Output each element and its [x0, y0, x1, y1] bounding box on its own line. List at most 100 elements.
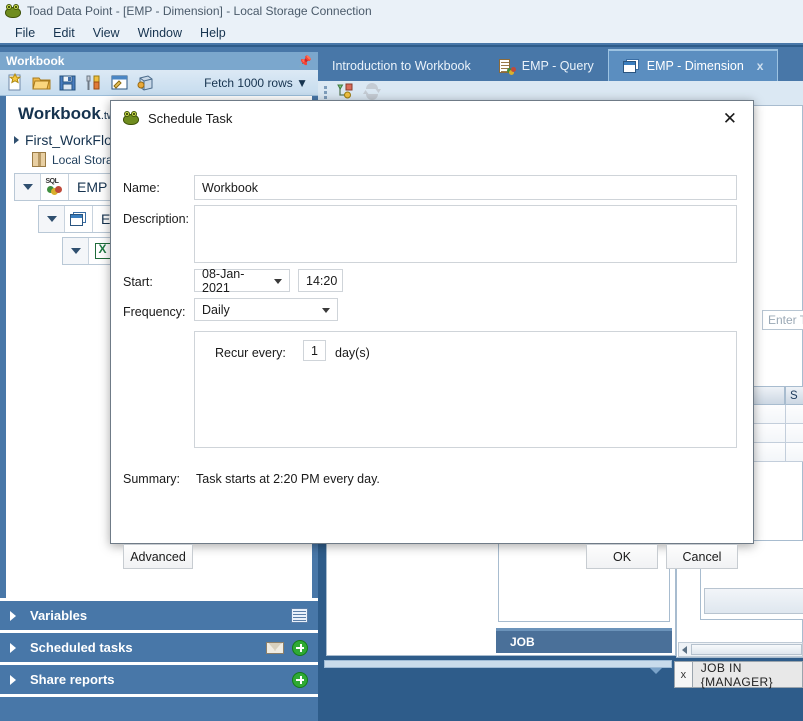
menu-item-help[interactable]: Help	[191, 24, 235, 42]
workbook-panel-title: Workbook	[6, 54, 65, 68]
grid-cell[interactable]	[785, 443, 803, 462]
query-icon	[498, 58, 516, 75]
name-field[interactable]: Workbook	[194, 175, 737, 200]
tab-emp-query[interactable]: EMP - Query	[485, 51, 608, 81]
section-variables[interactable]: Variables	[0, 598, 318, 630]
menu-item-file[interactable]: File	[6, 24, 44, 42]
tab-strip: Introduction to Workbook EMP - Query EMP…	[318, 47, 803, 81]
expand-triangle-icon[interactable]	[10, 642, 16, 653]
dimension-icon	[622, 58, 640, 74]
frequency-value: Daily	[202, 302, 230, 317]
tab-label: Introduction to Workbook	[332, 59, 471, 73]
node-dropdown-button[interactable]	[63, 238, 89, 264]
window-title: Toad Data Point - [EMP - Dimension] - Lo…	[27, 4, 372, 18]
chevron-down-icon[interactable]	[274, 278, 282, 284]
start-time-field[interactable]: 14:20	[298, 269, 343, 292]
fetch-rows-dropdown[interactable]: Fetch 1000 rows ▼	[204, 76, 312, 90]
recur-every-label: Recur every:	[215, 346, 286, 360]
recur-unit-label: day(s)	[335, 346, 370, 360]
tab-label: EMP - Dimension	[646, 59, 744, 73]
start-label: Start:	[123, 275, 153, 289]
workbook-toolbar: Fetch 1000 rows ▼	[0, 70, 318, 96]
close-icon[interactable]: ✕	[715, 110, 745, 127]
toad-frog-icon	[5, 3, 21, 19]
description-label: Description:	[123, 212, 189, 226]
variables-icon[interactable]	[291, 608, 308, 623]
menu-bar: File Edit View Window Help	[0, 22, 803, 45]
grid-header-s[interactable]: S	[785, 386, 803, 405]
window-titlebar: Toad Data Point - [EMP - Dimension] - Lo…	[0, 0, 803, 22]
grid-cell[interactable]	[785, 424, 803, 443]
toolbar-grip[interactable]	[324, 86, 327, 104]
advanced-button[interactable]: Advanced	[123, 544, 193, 569]
name-label: Name:	[123, 181, 160, 195]
section-label: Scheduled tasks	[30, 640, 133, 655]
schedule-task-dialog: Schedule Task ✕ Name: Workbook Descripti…	[110, 100, 754, 569]
open-folder-icon[interactable]	[32, 73, 51, 92]
frequency-label: Frequency:	[123, 305, 186, 319]
node-dropdown-button[interactable]	[15, 174, 41, 200]
menu-item-window[interactable]: Window	[129, 24, 191, 42]
workbook-document-name: Workbook	[18, 104, 101, 123]
filter-editor-row[interactable]	[704, 588, 803, 614]
canvas-hscrollbar[interactable]	[324, 660, 672, 668]
scroll-left-icon[interactable]	[682, 645, 687, 654]
chevron-down-icon[interactable]	[322, 307, 330, 313]
filter-tag-close-icon[interactable]: x	[675, 662, 693, 687]
tree-root-label: First_WorkFlow	[25, 132, 122, 148]
workbook-panel-header: Workbook 📌	[0, 52, 318, 70]
filter-hscrollbar[interactable]	[678, 642, 803, 657]
tab-label: EMP - Query	[521, 59, 594, 73]
pin-icon[interactable]: 📌	[298, 55, 312, 68]
menu-item-view[interactable]: View	[84, 24, 129, 42]
section-scheduled-tasks[interactable]: Scheduled tasks	[0, 630, 318, 662]
search-input[interactable]: Enter T	[762, 310, 803, 330]
edit-window-icon[interactable]	[110, 73, 129, 92]
export-icon[interactable]	[136, 73, 155, 92]
dialog-titlebar: Schedule Task ✕	[111, 101, 753, 135]
node-dropdown-button[interactable]	[39, 206, 65, 232]
tab-introduction-to-workbook[interactable]: Introduction to Workbook	[318, 51, 485, 81]
add-icon[interactable]	[292, 639, 308, 656]
job-panel-expand-icon[interactable]	[650, 668, 662, 674]
expand-triangle-icon[interactable]	[14, 136, 19, 144]
summary-label: Summary:	[123, 472, 180, 486]
job-panel-header: JOB	[496, 628, 672, 653]
storage-icon	[32, 152, 46, 167]
mail-icon[interactable]	[266, 641, 284, 654]
save-icon[interactable]	[58, 73, 77, 92]
application-window: Toad Data Point - [EMP - Dimension] - Lo…	[0, 0, 803, 721]
expand-triangle-icon[interactable]	[10, 674, 16, 685]
filter-tag-text: JOB IN {MANAGER}	[700, 660, 774, 689]
section-label: Variables	[30, 608, 88, 623]
start-date-value: 08-Jan-2021	[202, 266, 245, 295]
recurrence-groupbox: Recur every: 1 day(s)	[194, 331, 737, 448]
scroll-thumb[interactable]	[691, 644, 802, 655]
grid-cell[interactable]	[785, 405, 803, 424]
job-panel-title: JOB	[510, 635, 535, 649]
window-icon	[65, 206, 93, 232]
ok-button[interactable]: OK	[586, 544, 658, 569]
cancel-button[interactable]: Cancel	[666, 544, 738, 569]
section-label: Share reports	[30, 672, 115, 687]
add-icon[interactable]	[292, 671, 308, 688]
recur-every-field[interactable]: 1	[303, 340, 326, 361]
dialog-body: Name: Workbook Description: Start: 08-Ja…	[111, 135, 753, 569]
fetch-rows-label: Fetch 1000 rows	[204, 75, 293, 90]
expand-triangle-icon[interactable]	[10, 610, 16, 621]
menu-item-edit[interactable]: Edit	[44, 24, 84, 42]
section-divider	[0, 694, 318, 697]
sql-icon: SQL	[41, 174, 69, 200]
tab-close-icon[interactable]: x	[757, 59, 764, 73]
toad-frog-icon	[123, 110, 139, 126]
new-workbook-icon[interactable]	[6, 72, 25, 92]
start-date-field[interactable]: 08-Jan-2021	[194, 266, 290, 295]
dialog-title: Schedule Task	[148, 110, 233, 126]
summary-text: Task starts at 2:20 PM every day.	[196, 472, 380, 486]
section-share-reports[interactable]: Share reports	[0, 662, 318, 694]
tab-emp-dimension[interactable]: EMP - Dimension x	[607, 49, 779, 81]
frequency-select[interactable]: Daily	[194, 298, 338, 321]
options-icon[interactable]	[84, 73, 103, 92]
filter-tag[interactable]: x JOB IN {MANAGER}	[674, 660, 803, 689]
description-field[interactable]	[194, 205, 737, 263]
